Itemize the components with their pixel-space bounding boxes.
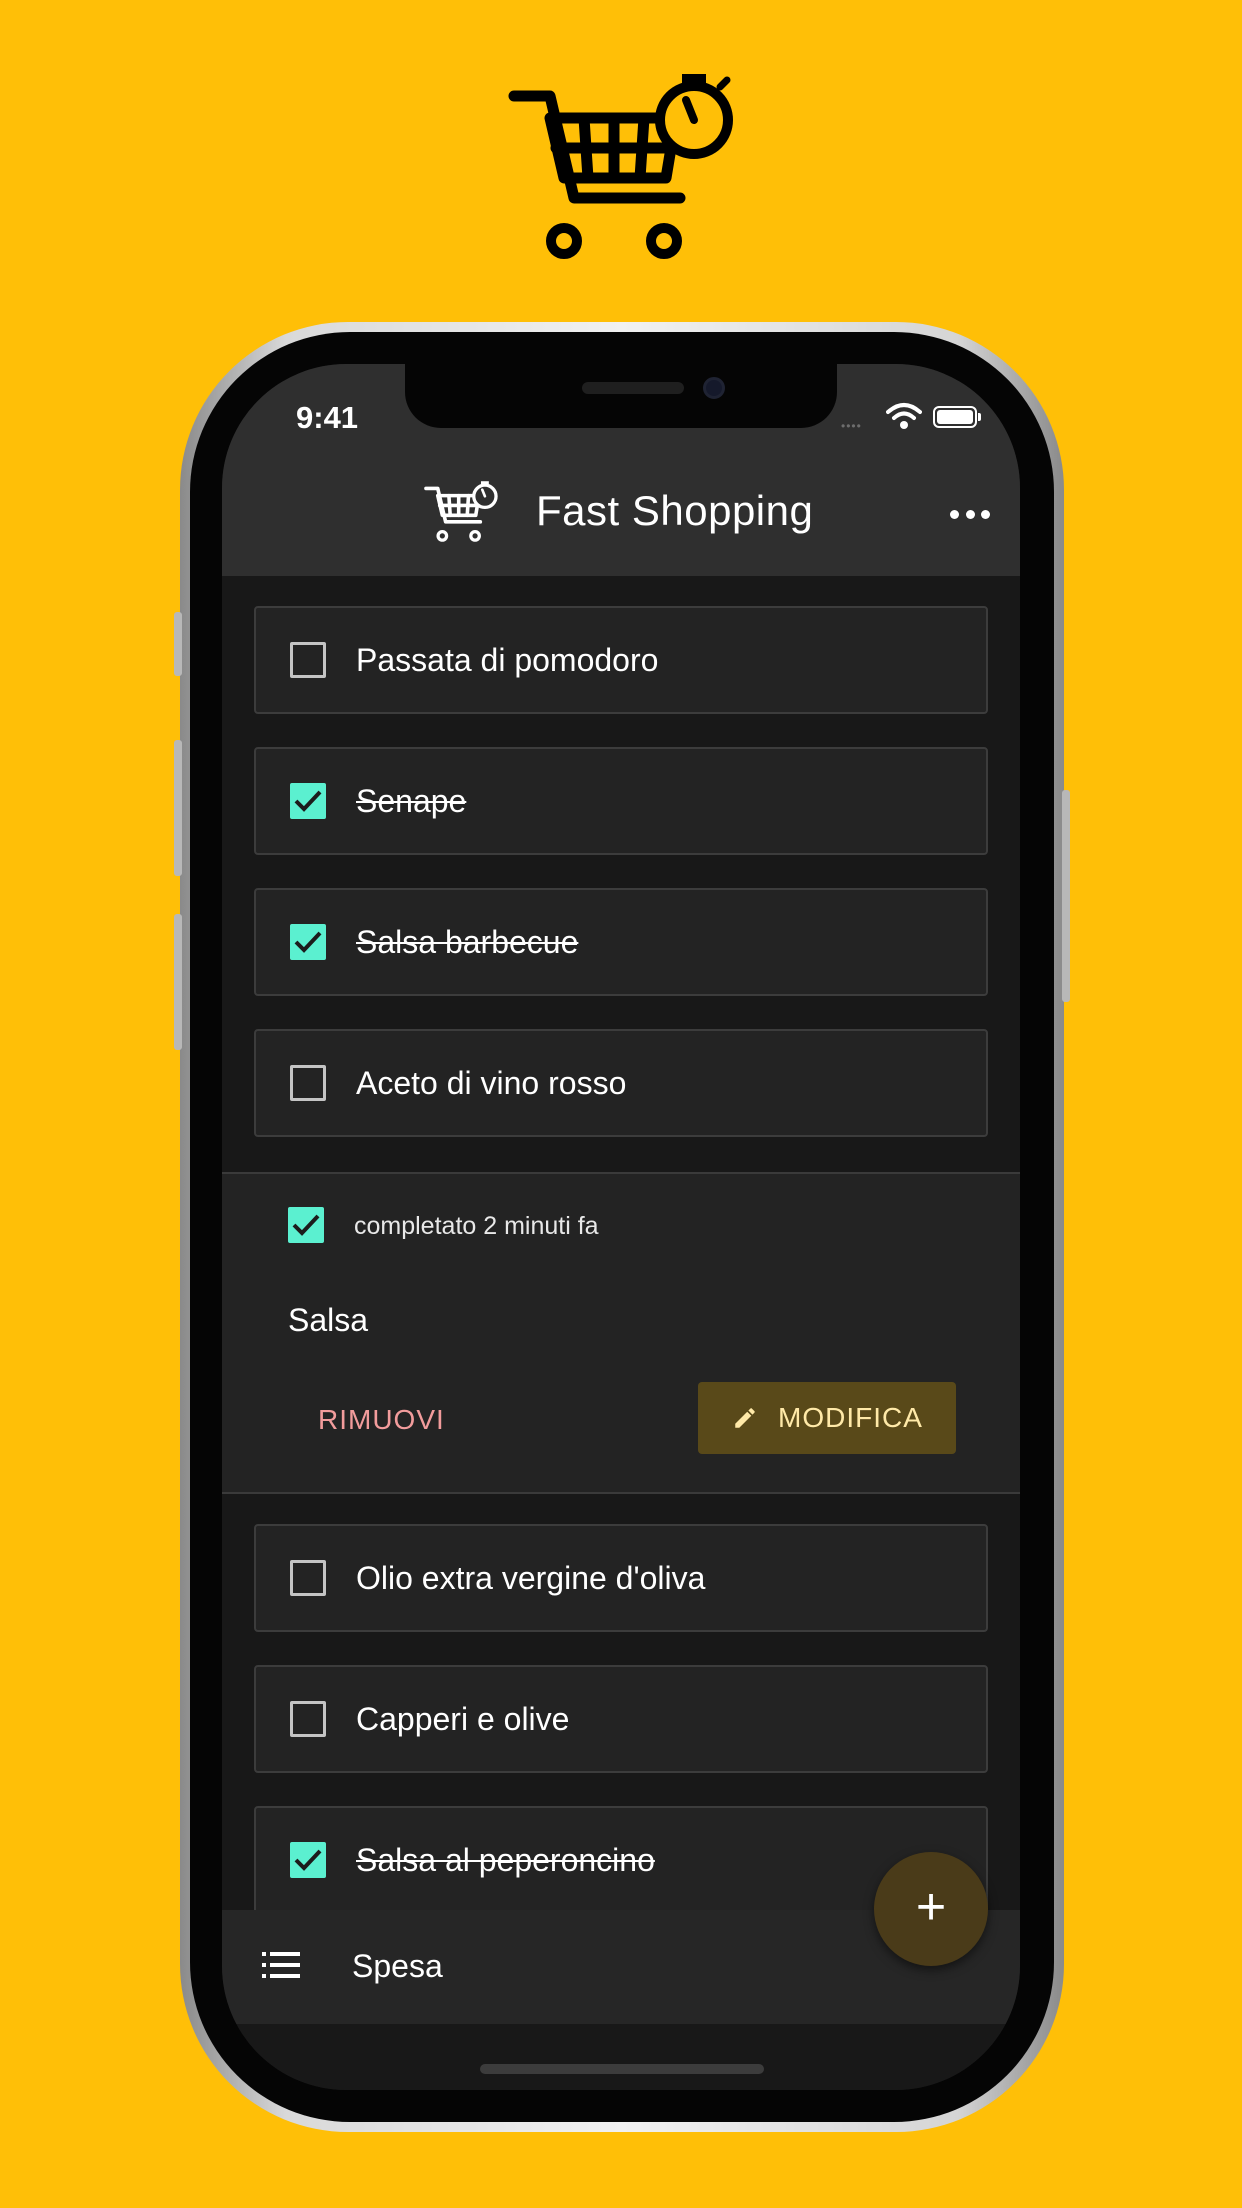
phone-power-button [1062,790,1070,1002]
list-item[interactable]: Capperi e olive [254,1665,988,1773]
speaker [582,382,684,394]
status-bar: 9:41 •••• [222,364,1020,459]
app-logo-large [508,70,734,266]
list-item[interactable]: Senape [254,747,988,855]
checkmark-icon [294,931,322,953]
item-label: Salsa al peperoncino [356,1842,655,1878]
checkbox-checked[interactable] [288,1207,324,1243]
cart-timer-icon [508,74,733,259]
checkbox[interactable] [290,642,326,678]
item-label: Salsa barbecue [356,924,579,960]
plus-icon: + [915,1878,947,1936]
phone-screen: 9:41 •••• Fast Shopping Passata di pomod… [222,364,1020,2090]
checkbox[interactable] [290,1560,326,1596]
app-title: Fast Shopping [536,487,814,534]
item-label: Olio extra vergine d'oliva [356,1560,706,1596]
status-time: 9:41 [296,400,359,435]
checkbox-checked[interactable] [290,783,326,819]
add-item-button[interactable]: + [874,1852,988,1966]
edit-button-label: MODIFICA [778,1402,923,1433]
list-item[interactable]: Passata di pomodoro [254,606,988,714]
checkmark-icon [294,1849,322,1871]
cellular-signal-icon: •••• [841,419,862,433]
checkbox[interactable] [290,1701,326,1737]
checkmark-icon [292,1214,320,1236]
pencil-icon [735,1408,755,1428]
home-indicator[interactable] [480,2064,764,2074]
list-item[interactable]: Salsa barbecue [254,888,988,996]
item-label: Senape [356,783,467,819]
shopping-list[interactable]: Passata di pomodoro Senape Salsa barbecu… [222,576,1020,1910]
list-item[interactable]: Olio extra vergine d'oliva [254,1524,988,1632]
more-icon [950,509,959,519]
battery-icon [933,406,977,428]
checkmark-icon [294,790,322,812]
item-label: Aceto di vino rosso [356,1065,627,1101]
checkbox-checked[interactable] [290,1842,326,1878]
checkbox[interactable] [290,1065,326,1101]
item-label: Capperi e olive [356,1701,570,1737]
notch [405,364,837,428]
cart-timer-icon [424,481,498,542]
expanded-item-panel: completato 2 minuti fa Salsa RIMUOVI MOD… [222,1172,1020,1494]
edit-button[interactable]: MODIFICA [698,1382,956,1454]
home-indicator-area [222,2024,1020,2090]
expanded-item-name: Salsa [288,1302,369,1338]
remove-button[interactable]: RIMUOVI [318,1404,445,1436]
front-camera [703,377,725,399]
checkbox-checked[interactable] [290,924,326,960]
list-name-label[interactable]: Spesa [352,1948,443,1985]
wifi-icon [886,403,922,429]
battery-nub [978,413,981,421]
list-item[interactable]: Aceto di vino rosso [254,1029,988,1137]
completed-time-text: completato 2 minuti fa [354,1212,599,1240]
more-options-button[interactable] [950,499,990,529]
app-bar: Fast Shopping [222,459,1020,576]
list-icon[interactable] [262,1950,302,1980]
phone-volume-up [174,740,182,876]
item-label: Passata di pomodoro [356,642,659,678]
phone-silent-switch [174,612,182,676]
phone-volume-down [174,914,182,1050]
